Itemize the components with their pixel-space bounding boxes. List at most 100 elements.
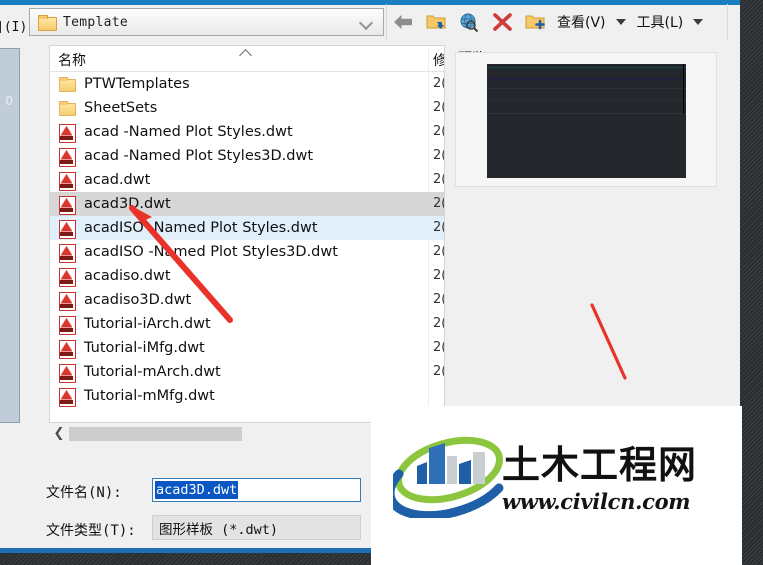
modified-date-cell: 2( (433, 76, 444, 91)
table-row[interactable]: Tutorial-iArch.dwt 2( (50, 312, 444, 336)
table-row[interactable]: Tutorial-mMfg.dwt (50, 384, 444, 408)
dwt-file-icon (58, 196, 76, 215)
column-header-modified[interactable]: 修 (433, 50, 444, 70)
table-row[interactable]: acad -Named Plot Styles.dwt 2( (50, 120, 444, 144)
dwt-file-icon (58, 388, 76, 407)
modified-date-cell: 2( (433, 316, 444, 331)
file-list[interactable]: 名称 修 PTWTemplates2(SheetSets2(acad -Name… (49, 45, 445, 423)
dwt-file-icon (58, 292, 76, 311)
modified-date-cell: 2( (433, 340, 444, 355)
file-type-value: 图形样板 (*.dwt) (159, 521, 279, 538)
delete-button[interactable] (489, 9, 515, 35)
watermark-brand: 土木工程网 (502, 443, 698, 487)
table-row[interactable]: acadISO -Named Plot Styles.dwt 2( (50, 216, 444, 240)
folder-up-icon (426, 15, 446, 29)
table-row[interactable]: Tutorial-iMfg.dwt 2( (50, 336, 444, 360)
table-row[interactable]: Tutorial-mArch.dwt 2( (50, 360, 444, 384)
dwt-file-icon (58, 340, 76, 359)
caret-down-icon[interactable] (615, 19, 626, 25)
modified-date-cell: 2( (433, 148, 444, 163)
table-row[interactable]: acadiso.dwt 2( (50, 264, 444, 288)
modified-date-cell: 2( (433, 124, 444, 139)
file-list-header: 名称 修 (50, 46, 444, 72)
dwt-file-icon (58, 148, 76, 167)
file-name-cell: acadiso.dwt (84, 268, 171, 284)
caret-down-icon[interactable] (693, 19, 704, 25)
toolbar-separator-right (727, 4, 728, 40)
scrollbar-thumb[interactable] (69, 427, 242, 441)
back-arrow-icon (394, 15, 412, 29)
file-name-cell: acad -Named Plot Styles3D.dwt (84, 148, 314, 164)
watermark-site: www.civilcn.com (502, 489, 691, 514)
view-menu-label: 查看(V) (557, 15, 606, 31)
sort-ascending-icon (240, 47, 252, 55)
watermark-panel: 土木工程网 www.civilcn.com (371, 406, 742, 565)
look-in-combobox[interactable]: Template (29, 8, 384, 36)
modified-date-cell: 2( (433, 244, 444, 259)
modified-date-cell: 2( (433, 292, 444, 307)
file-name-input[interactable]: acad3D.dwt (152, 478, 361, 502)
folder-icon (58, 100, 76, 116)
modified-date-cell: 2( (433, 100, 444, 115)
preview-thumbnail (487, 64, 686, 178)
dwt-file-icon (58, 244, 76, 263)
file-name-cell: acadiso3D.dwt (84, 292, 192, 308)
dwt-file-icon (58, 124, 76, 143)
file-name-cell: acadISO -Named Plot Styles3D.dwt (84, 244, 338, 260)
file-name-cell: Tutorial-mArch.dwt (84, 364, 221, 380)
folder-icon (58, 76, 76, 92)
dwt-file-icon (58, 364, 76, 383)
table-row[interactable]: acadiso3D.dwt 2( (50, 288, 444, 312)
tools-menu-label: 工具(L) (636, 15, 684, 31)
table-row[interactable]: SheetSets 2( (50, 96, 444, 120)
column-header-name[interactable]: 名称 (58, 50, 86, 70)
horizontal-scrollbar[interactable]: ❮ (49, 424, 361, 444)
file-name-cell: Tutorial-iArch.dwt (84, 316, 211, 332)
file-name-cell: SheetSets (84, 100, 158, 116)
file-name-cell: acadISO -Named Plot Styles.dwt (84, 220, 318, 236)
delete-x-icon (492, 13, 512, 31)
file-name-cell: acad3D.dwt (84, 196, 171, 212)
view-menu[interactable]: 查看(V) (555, 12, 628, 32)
folder-new-icon (525, 15, 545, 30)
file-name-label: 文件名(N): (46, 485, 122, 501)
places-bar-item[interactable]: 0 (5, 94, 13, 108)
modified-date-cell: 2( (433, 268, 444, 283)
tools-menu[interactable]: 工具(L) (635, 12, 706, 32)
dwt-file-icon (58, 268, 76, 287)
up-one-level-button[interactable] (423, 9, 449, 35)
modified-date-cell: 2( (433, 196, 444, 211)
file-name-cell: acad.dwt (84, 172, 151, 188)
table-row[interactable]: acadISO -Named Plot Styles3D.dwt 2( (50, 240, 444, 264)
file-name-value: acad3D.dwt (155, 481, 239, 499)
file-name-cell: acad -Named Plot Styles.dwt (84, 124, 293, 140)
dwt-file-icon (58, 316, 76, 335)
new-folder-button[interactable] (522, 9, 548, 35)
modified-date-cell: 2( (433, 172, 444, 187)
table-row[interactable]: acad3D.dwt 2( (50, 192, 444, 216)
places-bar[interactable]: 0 (0, 48, 20, 423)
title-bar-accent (0, 0, 740, 5)
file-type-label: 文件类型(T): (46, 523, 136, 539)
back-button[interactable] (390, 9, 416, 35)
file-name-cell: PTWTemplates (84, 76, 190, 92)
file-name-cell: Tutorial-iMfg.dwt (84, 340, 205, 356)
preview-pane (455, 52, 717, 187)
chevron-left-icon[interactable]: ❮ (49, 424, 69, 444)
dwt-file-icon (58, 172, 76, 191)
search-web-button[interactable] (456, 9, 482, 35)
modified-date-cell: 2( (433, 364, 444, 379)
dwt-file-icon (58, 220, 76, 239)
chevron-down-icon[interactable] (359, 15, 373, 29)
modified-date-cell: 2( (433, 220, 444, 235)
table-row[interactable]: acad.dwt 2( (50, 168, 444, 192)
table-row[interactable]: PTWTemplates 2( (50, 72, 444, 96)
dialog-toolbar: 查看(V) 工具(L) (390, 7, 705, 37)
look-in-value: Template (63, 14, 129, 30)
toolbar-separator-left (386, 4, 387, 40)
folder-icon (38, 15, 57, 31)
file-name-cell: Tutorial-mMfg.dwt (84, 388, 215, 404)
file-type-select[interactable]: 图形样板 (*.dwt) (152, 515, 361, 540)
table-row[interactable]: acad -Named Plot Styles3D.dwt 2( (50, 144, 444, 168)
globe-search-icon (460, 13, 479, 32)
